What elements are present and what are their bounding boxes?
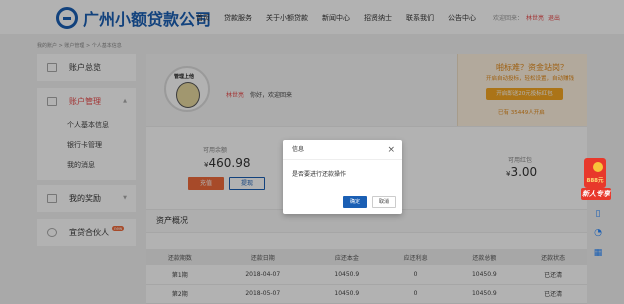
dialog-title: 信息 [292,146,305,153]
confirm-button[interactable]: 确定 [343,196,367,208]
dialog-header: 信息 × [283,140,402,160]
redpack-tag: 新人专享 [581,188,611,200]
dialog-message: 是否要进行还款操作 [292,171,347,178]
headset-icon[interactable]: ◔ [593,228,603,238]
coin-icon [593,162,603,172]
cancel-button[interactable]: 取消 [372,196,396,208]
mobile-icon[interactable]: ▯ [593,209,603,219]
redpack-amount: 888元 [586,178,604,184]
newcomer-redpack[interactable]: 888元 新人专享 [581,158,615,204]
confirm-dialog: 信息 × 是否要进行还款操作 确定 取消 [283,140,402,214]
close-icon[interactable]: × [387,140,395,160]
dialog-buttons: 确定 取消 [343,196,396,208]
qrcode-icon[interactable]: ▦ [593,248,603,258]
